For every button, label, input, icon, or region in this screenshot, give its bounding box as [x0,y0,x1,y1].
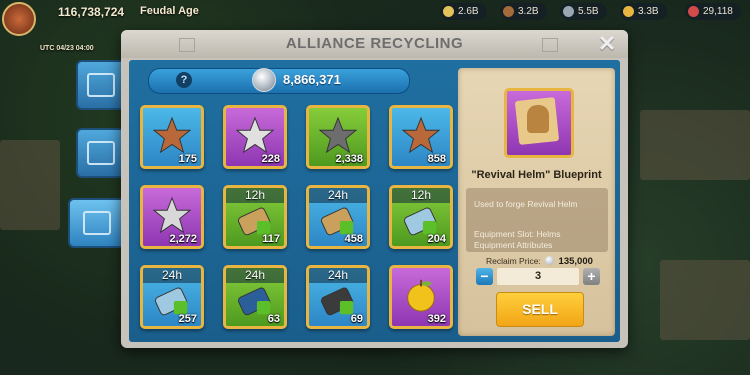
speedup-duration: 24h [309,268,367,283]
inventory-item[interactable]: 24h 63 [223,265,287,329]
equipment-attributes: Equipment Attributes [474,240,553,250]
item-quantity: 458 [344,233,363,245]
item-quantity: 63 [267,313,280,325]
resource-food[interactable]: 2.6B [440,3,487,20]
inventory-item[interactable]: 858 [389,105,453,169]
inventory-item[interactable]: 12h 204 [389,185,453,249]
inventory-item[interactable]: 228 [223,105,287,169]
tab-recycling[interactable] [68,198,126,248]
sell-button[interactable]: SELL [496,292,584,327]
resource-stone[interactable]: 5.5B [560,3,607,20]
silver-star-icon [152,196,192,234]
inventory-item[interactable]: 2,272 [140,185,204,249]
quantity-input[interactable]: 3 [497,268,579,285]
item-name: "Revival Helm" Blueprint [471,169,602,181]
quantity-decrease-button[interactable]: − [476,268,493,285]
building-left [0,140,60,230]
quantity-increase-button[interactable]: + [583,268,600,285]
food-icon [443,6,454,17]
item-quantity: 204 [427,233,446,245]
stone-icon [563,6,574,17]
item-quantity: 392 [427,313,446,325]
inventory-item[interactable]: 24h 69 [306,265,370,329]
inventory-item[interactable]: 175 [140,105,204,169]
resource-gems[interactable]: 29,118 [685,3,741,20]
cart-icon [87,73,115,97]
inventory-item[interactable]: 392 [389,265,453,329]
silver-coin-icon [252,68,276,92]
gold-icon [623,6,634,17]
speedup-duration: 12h [392,188,450,203]
resource-wood[interactable]: 3.2B [500,3,547,20]
dialog-header: ALLIANCE RECYCLING ✕ [121,30,628,58]
server-time: UTC 04/23 04:00 [40,45,94,52]
tab-shop[interactable] [76,60,126,110]
close-button[interactable]: ✕ [596,33,618,55]
item-quantity: 2,272 [169,233,197,245]
speedup-duration: 12h [226,188,284,203]
header-ornament-left [179,38,195,52]
building-right [640,110,750,180]
equipment-info: Equipment Slot: Helms Equipment Attribut… [474,229,560,251]
inventory-item[interactable]: 24h 257 [140,265,204,329]
player-avatar[interactable] [2,2,36,36]
inventory-item[interactable]: 2,338 [306,105,370,169]
copper-star-trophy-icon [401,116,441,154]
silver-star-trophy-icon [235,116,275,154]
item-quantity: 117 [262,233,280,245]
helm-icon [527,105,549,133]
speedup-duration: 24h [226,268,284,283]
speedup-duration: 24h [309,188,367,203]
top-hud: 116,738,724 Feudal Age UTC 04/23 04:00 2… [0,0,750,52]
item-quantity: 69 [350,313,363,325]
gem-icon [688,6,699,17]
item-quantity: 2,338 [335,153,363,165]
player-age: Feudal Age [140,5,199,17]
speedup-duration: 24h [143,268,201,283]
item-quantity: 228 [261,153,280,165]
inventory-item[interactable]: 24h 458 [306,185,370,249]
reclaim-value: 135,000 [558,256,593,267]
help-icon[interactable]: ? [176,72,192,88]
golden-apple-icon [402,276,440,314]
item-quantity: 175 [178,153,197,165]
coin-balance: 8,866,371 [283,72,341,87]
building-right-lower [660,260,750,340]
selected-item-card [504,88,574,158]
silver-coin-icon [545,256,555,265]
dialog-title: ALLIANCE RECYCLING [285,35,464,52]
item-quantity: 257 [178,313,197,325]
dark-star-trophy-icon [318,116,358,154]
inventory-item[interactable]: 12h 117 [223,185,287,249]
wood-icon [503,6,514,17]
item-description: Used to forge Revival Helm [474,199,578,209]
recycle-box-icon [83,211,111,235]
player-power: 116,738,724 [58,5,125,19]
header-ornament-right [542,38,558,52]
tab-storage[interactable] [76,128,126,178]
resource-gold[interactable]: 3.3B [620,3,667,20]
equipment-slot: Equipment Slot: Helms [474,229,561,239]
bronze-star-trophy-icon [152,116,192,154]
reclaim-price: Reclaim Price: 135,000 [486,256,593,267]
item-quantity: 858 [427,153,446,165]
chest-icon [87,141,115,165]
reclaim-label: Reclaim Price: [486,256,541,266]
